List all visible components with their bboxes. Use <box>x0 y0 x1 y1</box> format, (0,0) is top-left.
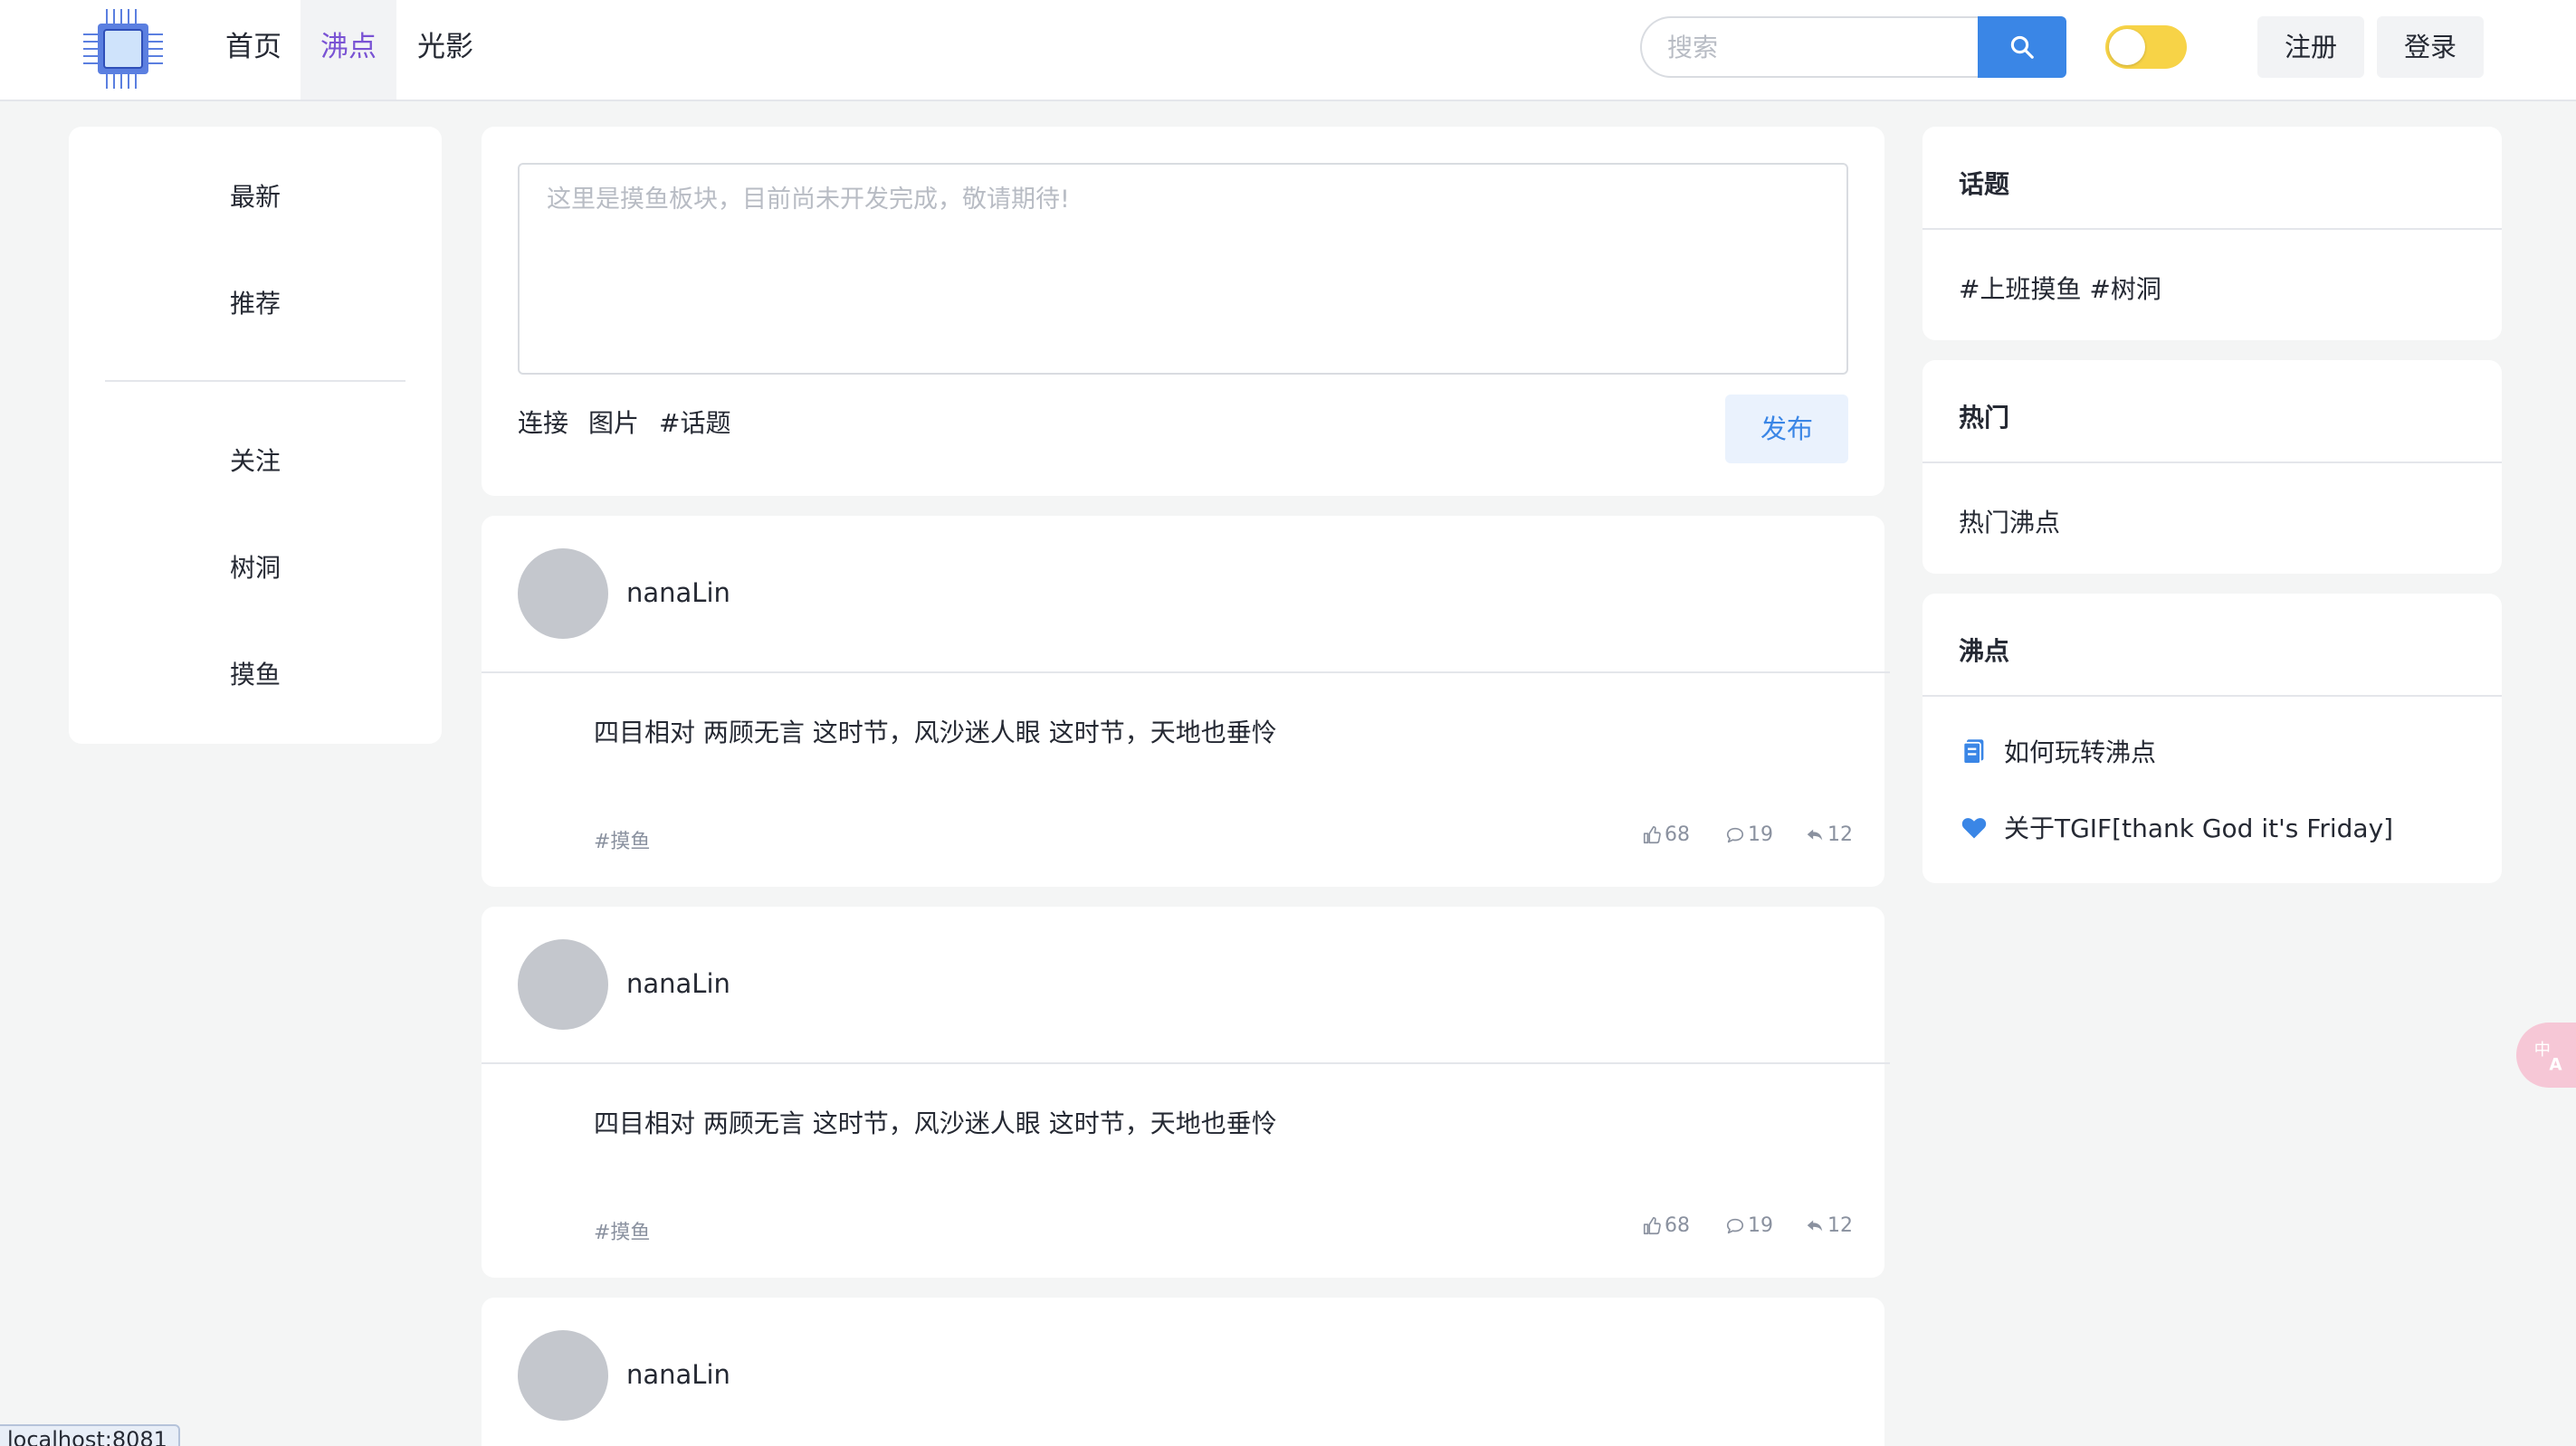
image-tool-button[interactable]: 图片 <box>588 404 639 440</box>
svg-text:中: 中 <box>2534 1041 2551 1060</box>
post-card: nanaLin <box>482 1298 1884 1446</box>
menu-divider <box>105 380 405 382</box>
post-username[interactable]: nanaLin <box>626 577 730 608</box>
comment-icon <box>1726 1218 1744 1233</box>
hot-card: 热门 热门沸点 <box>1922 360 2502 574</box>
share-count: 12 <box>1827 1214 1853 1237</box>
like-count: 68 <box>1665 823 1690 846</box>
document-icon <box>1959 736 1989 766</box>
svg-text:A: A <box>2549 1056 2562 1073</box>
composer-card: 连接 图片 #话题 发布 <box>482 127 1884 496</box>
topics-card: 话题 #上班摸鱼 #树洞 <box>1922 127 2502 340</box>
top-header: 首页 沸点 光影 注册 登录 <box>0 0 2576 101</box>
theme-toggle[interactable] <box>2105 25 2187 69</box>
post-content: 四目相对 两顾无言 这时节，风沙迷人眼 这时节，天地也垂怜 <box>594 718 1277 747</box>
menu-item-recommend[interactable]: 推荐 <box>69 284 442 320</box>
like-count: 68 <box>1665 1214 1690 1237</box>
nav-home[interactable]: 首页 <box>214 0 293 100</box>
pins-card: 沸点 如何玩转沸点 关于TGIF[thank God it's Friday] <box>1922 594 2502 883</box>
menu-item-slacking[interactable]: 摸鱼 <box>69 655 442 691</box>
search-button[interactable] <box>1978 16 2066 78</box>
reply-icon <box>1807 829 1823 840</box>
menu-item-follow[interactable]: 关注 <box>69 442 442 478</box>
like-button[interactable]: 68 <box>1642 823 1690 846</box>
share-count: 12 <box>1827 823 1853 846</box>
avatar[interactable] <box>518 939 608 1030</box>
nav-gallery[interactable]: 光影 <box>405 0 485 100</box>
pins-title: 沸点 <box>1959 636 2010 666</box>
post-username[interactable]: nanaLin <box>626 968 730 999</box>
card-divider <box>1922 461 2502 463</box>
heart-icon <box>1959 812 1989 842</box>
pin-link-label: 如何玩转沸点 <box>2004 737 2157 767</box>
toggle-knob <box>2109 29 2145 65</box>
topics-title: 话题 <box>1959 169 2010 199</box>
menu-item-treehole[interactable]: 树洞 <box>69 548 442 585</box>
link-tool-button[interactable]: 连接 <box>518 404 568 440</box>
chip-logo-icon[interactable] <box>80 5 167 92</box>
hot-title: 热门 <box>1959 403 2010 433</box>
reply-icon <box>1807 1220 1823 1231</box>
nav-boiling[interactable]: 沸点 <box>301 0 396 100</box>
comment-button[interactable]: 19 <box>1725 1214 1773 1237</box>
left-menu: 最新 推荐 关注 树洞 摸鱼 <box>69 127 442 744</box>
menu-item-latest[interactable]: 最新 <box>69 177 442 214</box>
avatar[interactable] <box>518 1330 608 1421</box>
thumb-up-icon <box>1643 1216 1661 1234</box>
post-tag[interactable]: #摸鱼 <box>594 1216 650 1245</box>
pin-link-guide[interactable]: 如何玩转沸点 <box>1959 733 2156 769</box>
card-divider <box>1922 695 2502 697</box>
comment-button[interactable]: 19 <box>1725 823 1773 846</box>
search-input[interactable] <box>1640 16 1979 78</box>
translate-button[interactable]: 中 A <box>2516 1023 2576 1088</box>
pin-link-label: 关于TGIF[thank God it's Friday] <box>2004 813 2394 843</box>
post-divider <box>482 671 1890 673</box>
post-divider <box>482 1062 1890 1064</box>
topics-list[interactable]: #上班摸鱼 #树洞 <box>1959 270 2161 306</box>
pin-link-tgif[interactable]: 关于TGIF[thank God it's Friday] <box>1959 809 2393 845</box>
card-divider <box>1922 228 2502 230</box>
topic-tool-button[interactable]: #话题 <box>659 404 730 440</box>
post-card: nanaLin 四目相对 两顾无言 这时节，风沙迷人眼 这时节，天地也垂怜 #摸… <box>482 907 1890 1278</box>
share-button[interactable]: 12 <box>1805 1214 1853 1237</box>
hot-link[interactable]: 热门沸点 <box>1959 503 2060 539</box>
register-button[interactable]: 注册 <box>2257 16 2364 78</box>
comment-icon <box>1726 827 1744 842</box>
post-tag[interactable]: #摸鱼 <box>594 825 650 854</box>
thumb-up-icon <box>1643 825 1661 843</box>
share-button[interactable]: 12 <box>1805 823 1853 846</box>
search-icon <box>2010 35 2034 59</box>
status-url: localhost:8081 <box>0 1424 180 1446</box>
translate-icon: 中 A <box>2534 1041 2563 1073</box>
post-card: nanaLin 四目相对 两顾无言 这时节，风沙迷人眼 这时节，天地也垂怜 #摸… <box>482 516 1890 887</box>
like-button[interactable]: 68 <box>1642 1214 1690 1237</box>
comment-count: 19 <box>1748 1214 1773 1237</box>
avatar[interactable] <box>518 548 608 639</box>
post-content: 四目相对 两顾无言 这时节，风沙迷人眼 这时节，天地也垂怜 <box>594 1108 1277 1138</box>
post-username[interactable]: nanaLin <box>626 1359 730 1390</box>
post-editor[interactable] <box>518 163 1848 375</box>
comment-count: 19 <box>1748 823 1773 846</box>
publish-button[interactable]: 发布 <box>1725 395 1848 463</box>
login-button[interactable]: 登录 <box>2377 16 2484 78</box>
